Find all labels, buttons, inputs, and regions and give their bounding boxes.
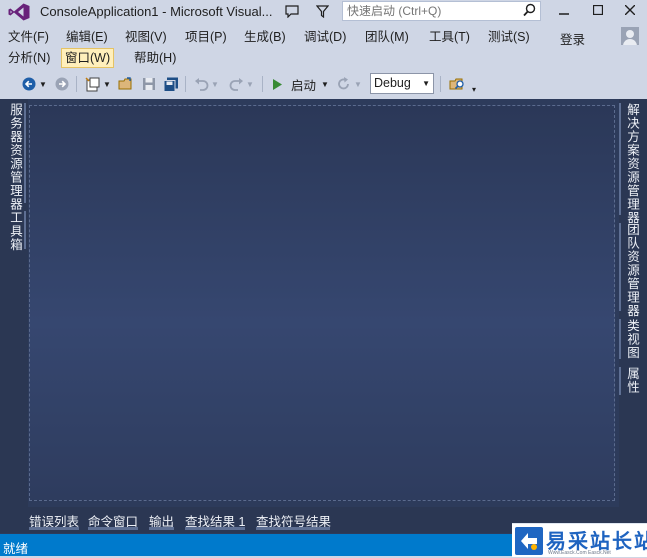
chevron-down-icon[interactable]: ▼: [39, 75, 47, 93]
menu-test[interactable]: 测试(S): [485, 27, 533, 47]
start-label: 启动: [291, 78, 317, 93]
tab-indicator: [619, 223, 621, 311]
tab-indicator: [185, 527, 245, 530]
notifications-icon[interactable]: [283, 2, 301, 20]
menu-help[interactable]: 帮助(H): [131, 48, 179, 68]
tab-indicator: [619, 319, 621, 359]
title-bar: ConsoleApplication1 - Microsoft Visual..…: [0, 0, 647, 24]
find-in-files-icon[interactable]: [447, 75, 467, 93]
tab-indicator: [619, 103, 621, 215]
left-panel-tabs: 服务器资源管理器 工具箱: [0, 99, 28, 507]
status-text: 就绪: [3, 542, 29, 556]
tab-toolbox[interactable]: 工具箱: [6, 211, 25, 252]
quick-launch-input[interactable]: [343, 2, 527, 20]
menu-debug[interactable]: 调试(D): [301, 27, 349, 47]
chevron-down-icon: ▼: [321, 79, 329, 89]
forward-icon[interactable]: [53, 75, 71, 93]
tab-indicator: [149, 527, 174, 530]
back-icon[interactable]: [20, 75, 38, 93]
quick-launch-box[interactable]: [342, 1, 541, 21]
tab-indicator: [256, 527, 330, 530]
tab-indicator: [24, 103, 26, 203]
toolbar-separator: [440, 76, 441, 92]
avatar-icon[interactable]: [621, 27, 639, 45]
start-button[interactable]: 启动 ▼: [271, 75, 331, 93]
redo-icon[interactable]: [227, 75, 245, 93]
chevron-down-icon[interactable]: ▼: [103, 75, 111, 93]
configuration-value: Debug: [374, 76, 411, 90]
menu-build[interactable]: 生成(B): [241, 27, 289, 47]
menu-view[interactable]: 视图(V): [122, 27, 170, 47]
save-all-icon[interactable]: [162, 75, 180, 93]
tab-solution-explorer[interactable]: 解决方案资源管理器: [623, 103, 642, 225]
start-icon: [273, 78, 282, 90]
menu-team[interactable]: 团队(M): [362, 27, 412, 47]
toolbar-overflow-icon[interactable]: ▾: [469, 80, 479, 98]
menu-file[interactable]: 文件(F): [5, 27, 52, 47]
visual-studio-logo: [8, 3, 30, 21]
menu-window[interactable]: 窗口(W): [61, 48, 115, 68]
tab-server-explorer[interactable]: 服务器资源管理器: [6, 103, 25, 211]
menu-project[interactable]: 项目(P): [182, 27, 230, 47]
workspace: 服务器资源管理器 工具箱 解决方案资源管理器 团队资源管理器 类视图 属性 错误…: [0, 99, 647, 534]
minimize-icon[interactable]: [546, 0, 582, 20]
tab-indicator: [619, 367, 621, 395]
standard-toolbar: ▼ ▼ ▼ ▼ 启动 ▼ ▼ ▾: [0, 71, 647, 98]
tab-class-view[interactable]: 类视图: [623, 319, 642, 360]
solution-configuration-select[interactable]: Debug ▼: [370, 73, 434, 94]
sign-in-link[interactable]: 登录: [560, 29, 585, 48]
watermark-logo-icon: [515, 527, 543, 555]
chevron-down-icon: ▼: [422, 79, 430, 88]
document-well: [29, 105, 615, 501]
search-icon[interactable]: [523, 3, 536, 20]
toolbar-separator: [76, 76, 77, 92]
watermark-subtext: Www.Easck.Com Easck.Net: [548, 550, 611, 556]
close-icon[interactable]: [612, 0, 647, 20]
maximize-icon[interactable]: [580, 0, 616, 20]
undo-icon[interactable]: [192, 75, 210, 93]
watermark: 易采站长站 Www.Easck.Com Easck.Net: [512, 523, 647, 557]
tab-team-explorer[interactable]: 团队资源管理器: [623, 223, 642, 318]
feedback-filter-icon[interactable]: [313, 2, 331, 20]
chevron-down-icon[interactable]: ▼: [246, 75, 254, 93]
toolbar-separator: [185, 76, 186, 92]
menu-tools[interactable]: 工具(T): [426, 27, 473, 47]
tab-indicator: [88, 527, 138, 530]
open-file-icon[interactable]: [117, 75, 135, 93]
tab-indicator: [29, 527, 79, 530]
tab-properties[interactable]: 属性: [623, 367, 642, 394]
menu-edit[interactable]: 编辑(E): [63, 27, 111, 47]
chevron-down-icon[interactable]: ▼: [211, 75, 219, 93]
save-icon[interactable]: [140, 75, 158, 93]
toolbar-separator: [262, 76, 263, 92]
refresh-icon[interactable]: [336, 75, 352, 93]
chevron-down-icon[interactable]: ▼: [354, 75, 362, 93]
menu-bar: 文件(F) 编辑(E) 视图(V) 项目(P) 生成(B) 调试(D) 团队(M…: [0, 26, 647, 70]
right-panel-tabs: 解决方案资源管理器 团队资源管理器 类视图 属性: [619, 99, 647, 507]
new-project-icon[interactable]: [83, 75, 101, 93]
menu-analyze[interactable]: 分析(N): [5, 48, 53, 68]
window-title: ConsoleApplication1 - Microsoft Visual..…: [40, 4, 273, 19]
tab-indicator: [24, 211, 26, 249]
